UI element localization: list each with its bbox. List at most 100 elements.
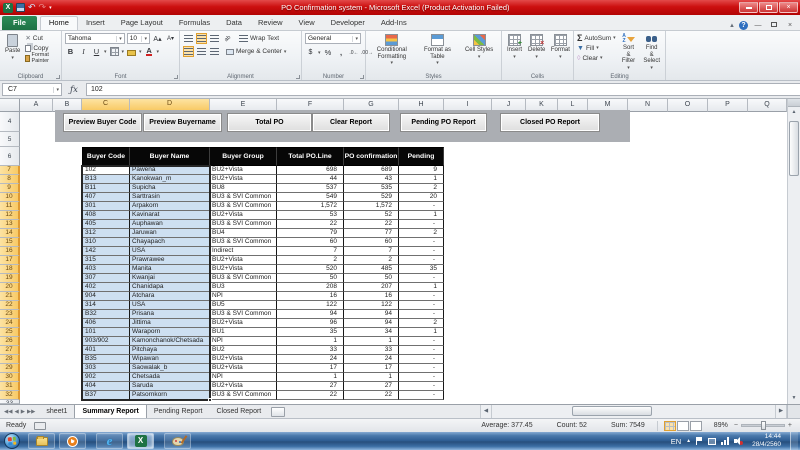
cell-H26[interactable]: -: [399, 337, 444, 346]
cell-F26[interactable]: 1: [277, 337, 344, 346]
row-header-18[interactable]: 18: [0, 265, 20, 274]
row-header-21[interactable]: 21: [0, 292, 20, 301]
cell-D7[interactable]: Pawena: [130, 166, 210, 175]
cell-D24[interactable]: Jittima: [130, 319, 210, 328]
save-icon[interactable]: [16, 3, 25, 12]
cell-D10[interactable]: Sarttrasin: [130, 193, 210, 202]
cell-G16[interactable]: 7: [344, 247, 399, 256]
wrap-text-button[interactable]: Wrap Text: [239, 34, 279, 44]
cell-D29[interactable]: Saowalak_b: [130, 364, 210, 373]
cell-D20[interactable]: Chanidapa: [130, 283, 210, 292]
cell-D12[interactable]: Kavinarat: [130, 211, 210, 220]
cell-C27[interactable]: 401: [82, 346, 130, 355]
cell-F16[interactable]: 7: [277, 247, 344, 256]
form-button-total-po[interactable]: Total PO: [227, 113, 312, 132]
scroll-right-icon[interactable]: ▶: [775, 405, 787, 418]
cell-C9[interactable]: B11: [82, 184, 130, 193]
cell-D21[interactable]: Atchara: [130, 292, 210, 301]
autosum-button[interactable]: ΣAutoSum▾: [577, 33, 616, 43]
cell-H28[interactable]: -: [399, 355, 444, 364]
cell-F7[interactable]: 698: [277, 166, 344, 175]
select-all-corner[interactable]: [0, 99, 20, 112]
excel-app-icon[interactable]: X: [3, 3, 13, 13]
column-header-N[interactable]: N: [628, 99, 668, 112]
cell-D11[interactable]: Arpakorn: [130, 202, 210, 211]
cell-H32[interactable]: -: [399, 391, 444, 400]
cell-G14[interactable]: 77: [344, 229, 399, 238]
row-header-7[interactable]: 7: [0, 166, 20, 175]
cell-G29[interactable]: 17: [344, 364, 399, 373]
cell-E20[interactable]: BU3: [210, 283, 277, 292]
last-sheet-icon[interactable]: ▶▶: [27, 409, 35, 415]
row-header-26[interactable]: 26: [0, 337, 20, 346]
cell-C19[interactable]: 307: [82, 274, 130, 283]
zoom-slider-thumb[interactable]: [761, 421, 766, 430]
cell-D15[interactable]: Chayapach: [130, 238, 210, 247]
column-header-A[interactable]: A: [20, 99, 53, 112]
cell-F32[interactable]: 22: [277, 391, 344, 400]
cell-H31[interactable]: -: [399, 382, 444, 391]
show-hidden-icons[interactable]: ▲: [686, 438, 691, 444]
cell-C28[interactable]: B35: [82, 355, 130, 364]
grow-font-icon[interactable]: A▴: [152, 33, 163, 44]
cell-E31[interactable]: BU2+Vista: [210, 382, 277, 391]
cell-H18[interactable]: 35: [399, 265, 444, 274]
taskbar-ie-button[interactable]: e: [96, 433, 123, 449]
row-header-29[interactable]: 29: [0, 364, 20, 373]
cell-F21[interactable]: 16: [277, 292, 344, 301]
column-header-Q[interactable]: Q: [748, 99, 787, 112]
row-header-30[interactable]: 30: [0, 373, 20, 382]
cell-C22[interactable]: 314: [82, 301, 130, 310]
cell-G19[interactable]: 50: [344, 274, 399, 283]
row-header-23[interactable]: 23: [0, 310, 20, 319]
cell-E13[interactable]: BU3 & SVI Common: [210, 220, 277, 229]
cell-E7[interactable]: BU2+Vista: [210, 166, 277, 175]
cell-C20[interactable]: 402: [82, 283, 130, 292]
row-header-22[interactable]: 22: [0, 301, 20, 310]
cell-C29[interactable]: 303: [82, 364, 130, 373]
format-cells-button[interactable]: Format▾: [549, 33, 571, 71]
cell-F19[interactable]: 50: [277, 274, 344, 283]
cell-F25[interactable]: 35: [277, 328, 344, 337]
name-box[interactable]: C7▾: [2, 83, 62, 96]
language-indicator[interactable]: EN: [671, 437, 681, 446]
cell-D18[interactable]: Manita: [130, 265, 210, 274]
cell-E9[interactable]: BU8: [210, 184, 277, 193]
scroll-left-icon[interactable]: ◀: [480, 405, 492, 418]
cell-G23[interactable]: 94: [344, 310, 399, 319]
sheet-tab-closed-report[interactable]: Closed Report: [210, 405, 269, 418]
cell-G18[interactable]: 485: [344, 265, 399, 274]
cell-E21[interactable]: NPI: [210, 292, 277, 301]
sheet-tab-pending-report[interactable]: Pending Report: [147, 405, 210, 418]
cell-D28[interactable]: Wipawan: [130, 355, 210, 364]
cell-D32[interactable]: Patsornkorn: [130, 391, 210, 400]
ribbon-tab-review[interactable]: Review: [250, 16, 291, 30]
cell-F27[interactable]: 33: [277, 346, 344, 355]
cell-H10[interactable]: 20: [399, 193, 444, 202]
redo-icon[interactable]: ↷: [39, 3, 47, 12]
format-as-table-button[interactable]: Format as Table▾: [417, 33, 459, 71]
insert-function-icon[interactable]: ƒx: [62, 85, 86, 95]
cell-H13[interactable]: -: [399, 220, 444, 229]
cell-C32[interactable]: B37: [82, 391, 130, 400]
row-header-8[interactable]: 8: [0, 175, 20, 184]
taskbar-excel-button[interactable]: X: [127, 433, 154, 449]
row-header-20[interactable]: 20: [0, 283, 20, 292]
format-painter-button[interactable]: Format Painter: [25, 53, 58, 63]
insert-cells-button[interactable]: + Insert▾: [505, 33, 524, 71]
ribbon-tab-insert[interactable]: Insert: [78, 16, 113, 30]
cell-D13[interactable]: Auphawan: [130, 220, 210, 229]
network-icon[interactable]: [721, 437, 729, 445]
cell-E25[interactable]: BU1: [210, 328, 277, 337]
column-header-P[interactable]: P: [708, 99, 748, 112]
cell-C12[interactable]: 408: [82, 211, 130, 220]
row-header-13[interactable]: 13: [0, 220, 20, 229]
font-name-select[interactable]: Tahoma▾: [65, 33, 125, 44]
zoom-in-icon[interactable]: +: [788, 422, 792, 429]
paste-button[interactable]: Paste▾: [3, 33, 22, 63]
cell-D31[interactable]: Saruda: [130, 382, 210, 391]
cell-G15[interactable]: 60: [344, 238, 399, 247]
number-dialog-launcher[interactable]: [360, 75, 364, 79]
tray-settings-icon[interactable]: [708, 438, 716, 445]
cell-G24[interactable]: 94: [344, 319, 399, 328]
